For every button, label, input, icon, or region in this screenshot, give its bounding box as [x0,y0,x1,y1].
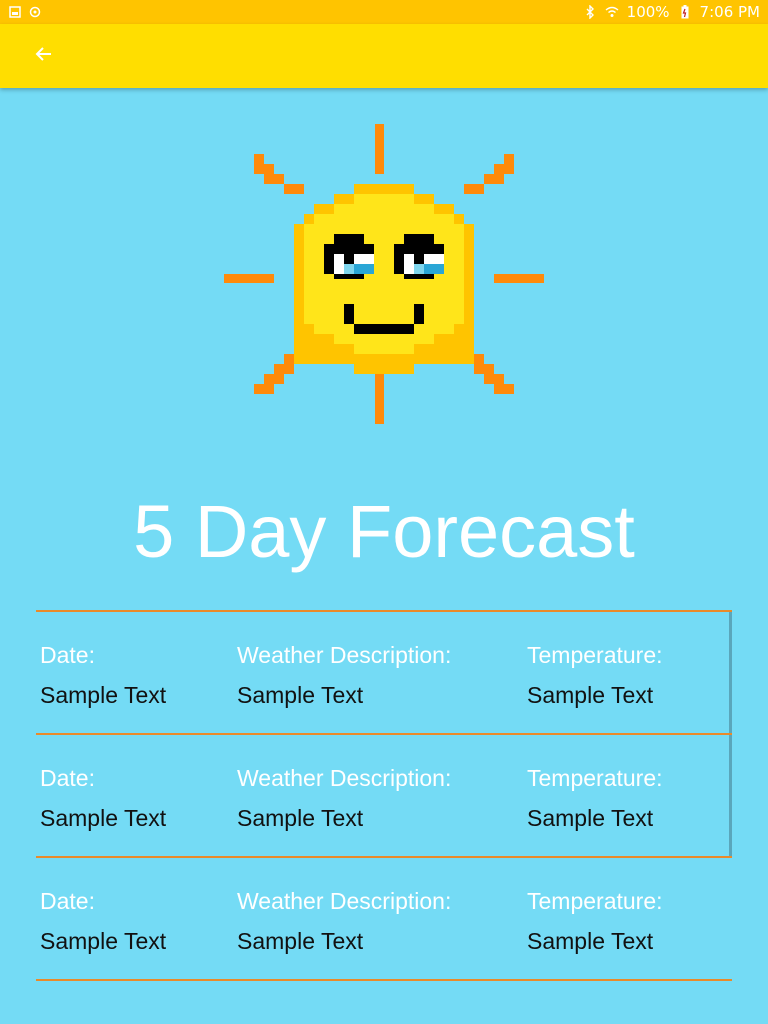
gallery-notification-icon [8,5,22,19]
arrow-left-icon [35,45,53,67]
forecast-row[interactable]: Date: Sample Text Weather Description: S… [36,610,732,733]
sync-notification-icon [28,5,42,19]
temperature-value: Sample Text [527,805,654,831]
page-title: 5 Day Forecast [133,490,635,573]
description-value: Sample Text [237,805,364,831]
date-column: Date: Sample Text [40,642,166,708]
description-column: Weather Description: Sample Text [237,642,451,708]
description-label: Weather Description: [237,888,452,914]
temperature-column: Temperature: Sample Text [527,765,663,831]
description-value: Sample Text [237,928,364,954]
clock: 7:06 PM [699,3,760,21]
temperature-label: Temperature: [527,765,663,791]
description-label: Weather Description: [237,765,452,791]
temperature-label: Temperature: [527,888,663,914]
date-label: Date: [40,888,95,914]
temperature-label: Temperature: [527,642,663,668]
forecast-row[interactable]: Date: Sample Text Weather Description: S… [36,856,732,981]
temperature-value: Sample Text [527,682,654,708]
date-column: Date: Sample Text [40,765,166,831]
temperature-column: Temperature: Sample Text [527,888,663,954]
date-value: Sample Text [40,682,167,708]
description-label: Weather Description: [237,642,452,668]
date-label: Date: [40,642,95,668]
description-value: Sample Text [237,682,364,708]
date-value: Sample Text [40,928,167,954]
temperature-column: Temperature: Sample Text [527,642,663,708]
app-bar [0,24,768,88]
wifi-icon [605,5,619,19]
status-bar: 100% 7:06 PM [0,0,768,24]
battery-icon [678,5,692,19]
forecast-list[interactable]: Date: Sample Text Weather Description: S… [36,610,732,981]
date-label: Date: [40,765,95,791]
bluetooth-icon [583,5,597,19]
date-column: Date: Sample Text [40,888,166,954]
description-column: Weather Description: Sample Text [237,888,451,954]
description-column: Weather Description: Sample Text [237,765,451,831]
temperature-value: Sample Text [527,928,654,954]
smiling-sun-icon [224,124,544,424]
back-button[interactable] [20,32,68,80]
date-value: Sample Text [40,805,167,831]
battery-percent: 100% [626,3,670,21]
forecast-row[interactable]: Date: Sample Text Weather Description: S… [36,733,732,856]
